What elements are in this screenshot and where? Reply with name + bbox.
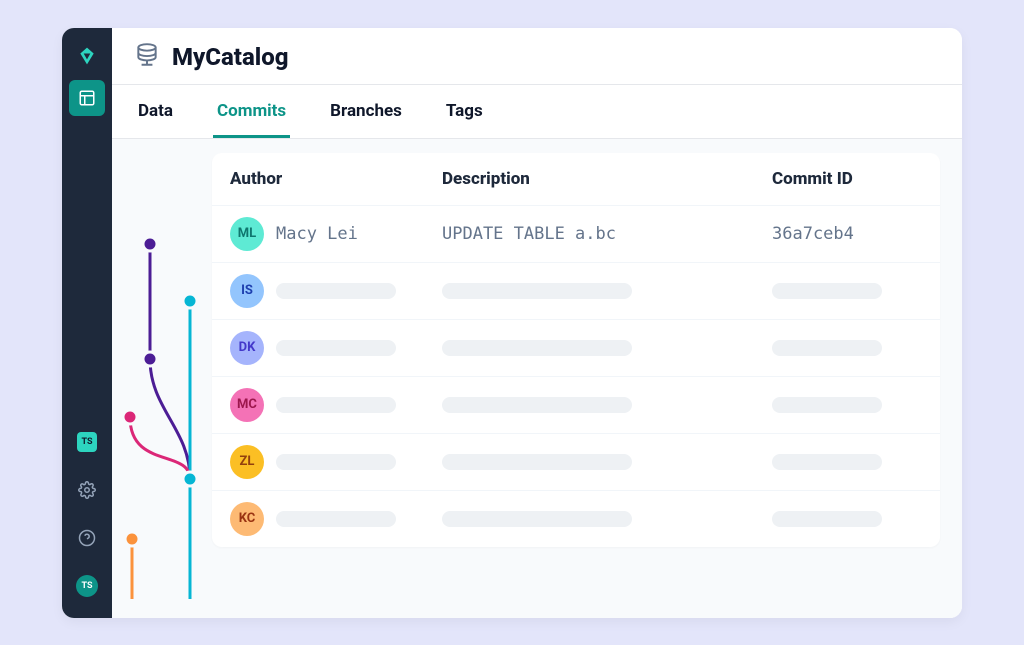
col-description: Description [442, 169, 760, 189]
sidebar: TS TS [62, 28, 112, 618]
commit-description: UPDATE TABLE a.bc [442, 224, 760, 244]
col-author: Author [230, 169, 430, 189]
commits-table: Author Description Commit ID ML Macy Lei U… [212, 153, 940, 547]
gear-icon[interactable] [69, 472, 105, 508]
page-title: MyCatalog [172, 43, 289, 71]
diamond-logo-icon[interactable] [69, 38, 105, 74]
database-icon [134, 42, 160, 72]
skeleton-description [442, 511, 632, 527]
avatar: ML [230, 217, 264, 251]
table-row[interactable]: IS [212, 262, 940, 319]
skeleton-author [276, 454, 396, 470]
skeleton-author [276, 397, 396, 413]
avatar: KC [230, 502, 264, 536]
ts-avatar-icon[interactable]: TS [69, 568, 105, 604]
commit-graph [112, 139, 212, 618]
tab-data[interactable]: Data [134, 85, 177, 138]
help-icon[interactable] [69, 520, 105, 556]
catalog-icon[interactable] [69, 80, 105, 116]
tabs: Data Commits Branches Tags [112, 85, 962, 139]
skeleton-id [772, 454, 882, 470]
avatar: ZL [230, 445, 264, 479]
skeleton-author [276, 340, 396, 356]
app-window: TS TS MyCatalog [62, 28, 962, 618]
skeleton-author [276, 283, 396, 299]
commit-id: 36a7ceb4 [772, 224, 922, 244]
skeleton-id [772, 340, 882, 356]
table-row[interactable]: DK [212, 319, 940, 376]
tab-commits[interactable]: Commits [213, 85, 290, 138]
table-row[interactable]: MC [212, 376, 940, 433]
table-row[interactable]: ZL [212, 433, 940, 490]
col-commit-id: Commit ID [772, 169, 922, 189]
skeleton-description [442, 454, 632, 470]
skeleton-id [772, 397, 882, 413]
skeleton-id [772, 283, 882, 299]
table-header: Author Description Commit ID [212, 153, 940, 205]
header: MyCatalog [112, 28, 962, 85]
tab-tags[interactable]: Tags [442, 85, 487, 138]
table-row[interactable]: ML Macy Lei UPDATE TABLE a.bc 36a7ceb4 [212, 205, 940, 262]
table-row[interactable]: KC [212, 490, 940, 547]
tab-branches[interactable]: Branches [326, 85, 406, 138]
avatar: DK [230, 331, 264, 365]
ts-badge-icon[interactable]: TS [69, 424, 105, 460]
main-panel: MyCatalog Data Commits Branches Tags Author… [112, 28, 962, 618]
skeleton-id [772, 511, 882, 527]
avatar: MC [230, 388, 264, 422]
avatar: IS [230, 274, 264, 308]
skeleton-author [276, 511, 396, 527]
content-area: Author Description Commit ID ML Macy Lei U… [112, 139, 962, 618]
skeleton-description [442, 283, 632, 299]
author-name: Macy Lei [276, 224, 358, 244]
skeleton-description [442, 397, 632, 413]
skeleton-description [442, 340, 632, 356]
